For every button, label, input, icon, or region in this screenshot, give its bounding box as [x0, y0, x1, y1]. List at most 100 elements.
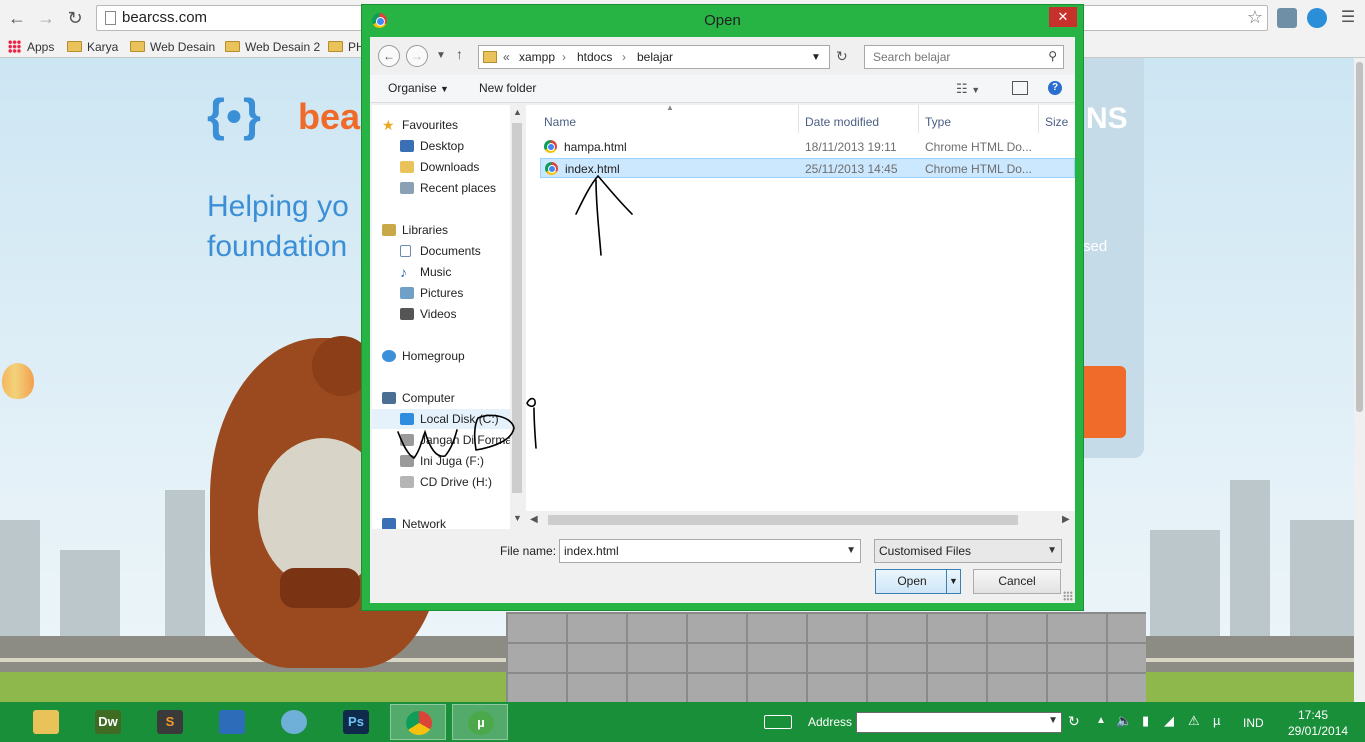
- building: [60, 550, 120, 640]
- column-separator[interactable]: [798, 105, 799, 133]
- input-language[interactable]: IND: [1243, 716, 1264, 730]
- file-row-hampa[interactable]: hampa.html 18/11/2013 19:11 Chrome HTML …: [540, 137, 1075, 157]
- homegroup-icon: [382, 350, 396, 362]
- taskbar-visual-basic[interactable]: [204, 704, 260, 740]
- nav-local-disk-c[interactable]: Local Disk (C:): [372, 409, 524, 429]
- chevron-down-icon[interactable]: ▼: [1048, 715, 1058, 726]
- building: [1290, 520, 1354, 640]
- cancel-button[interactable]: Cancel: [973, 569, 1061, 594]
- battery-icon[interactable]: ▮: [1142, 713, 1149, 729]
- taskbar-address-input[interactable]: ▼: [856, 712, 1062, 733]
- logo-bear-icon: {●}: [207, 89, 261, 141]
- sort-arrow-icon: ▲: [666, 103, 674, 112]
- bookmark-web-desain[interactable]: Web Desain: [130, 38, 215, 56]
- breadcrumb-overflow[interactable]: «: [503, 50, 510, 64]
- taskbar-utorrent[interactable]: µ: [452, 704, 508, 740]
- file-list: Name ▲ Date modified Type Size hampa.htm…: [526, 103, 1075, 529]
- hot-air-balloon: [2, 363, 34, 399]
- scroll-right-chevron-icon[interactable]: ▶: [1062, 514, 1070, 525]
- path-dropdown-chevron-icon[interactable]: ▼: [811, 52, 821, 63]
- taskbar-web-app[interactable]: [266, 704, 322, 740]
- keyboard-icon[interactable]: [764, 715, 792, 729]
- taskbar-photoshop[interactable]: Ps: [328, 704, 384, 740]
- breadcrumb-xampp[interactable]: xampp: [519, 50, 555, 64]
- bookmark-karya[interactable]: Karya: [67, 38, 118, 56]
- column-header-size[interactable]: Size: [1045, 115, 1068, 129]
- forward-arrow-icon[interactable]: →: [406, 45, 428, 67]
- navigation-scrollbar[interactable]: ▲ ▼: [510, 105, 524, 529]
- chevron-down-icon[interactable]: ▼: [846, 540, 856, 562]
- file-name-input[interactable]: index.html ▼: [559, 539, 861, 563]
- network-icon: [382, 518, 396, 529]
- search-placeholder: Search belajar: [873, 50, 951, 64]
- scrollbar-thumb[interactable]: [548, 515, 1018, 525]
- new-folder-button[interactable]: New folder: [479, 81, 536, 95]
- bookmark-apps[interactable]: Apps: [8, 38, 54, 56]
- refresh-icon[interactable]: ↻: [836, 48, 848, 65]
- building: [0, 520, 40, 640]
- taskbar-sublime-text[interactable]: S: [142, 704, 198, 740]
- column-separator[interactable]: [1038, 105, 1039, 133]
- up-arrow-icon[interactable]: ↑: [456, 46, 463, 62]
- close-button[interactable]: ✕: [1049, 7, 1077, 27]
- search-input[interactable]: Search belajar ⚲: [864, 45, 1064, 69]
- taskbar-dreamweaver[interactable]: Dw: [80, 704, 136, 740]
- scrollbar-thumb[interactable]: [1356, 62, 1363, 412]
- file-explorer-icon: [33, 710, 59, 734]
- taskbar-chrome[interactable]: [390, 704, 446, 740]
- file-list-horizontal-scrollbar[interactable]: ◀ ▶: [526, 511, 1075, 529]
- network-error-icon[interactable]: ⚠: [1188, 713, 1200, 729]
- breadcrumb-htdocs[interactable]: htdocs: [577, 50, 612, 64]
- reload-icon[interactable]: ↻: [63, 6, 87, 30]
- dialog-body: ← → ▼ ↑ « xampp › htdocs › belajar ▼ ↻ S…: [370, 37, 1075, 603]
- utorrent-tray-icon[interactable]: µ: [1213, 713, 1221, 728]
- back-arrow-icon[interactable]: ←: [5, 6, 29, 30]
- view-options-icon[interactable]: ☷ ▼: [956, 81, 980, 97]
- recent-locations-chevron-icon[interactable]: ▼: [436, 50, 446, 61]
- open-file-dialog: Open ✕ ← → ▼ ↑ « xampp › htdocs › belaja…: [361, 4, 1084, 611]
- videos-film-icon: [400, 308, 414, 320]
- scroll-down-chevron-icon[interactable]: ▼: [513, 513, 522, 523]
- bookmark-ph[interactable]: PH: [328, 38, 365, 56]
- wifi-signal-icon[interactable]: ◢: [1164, 713, 1174, 729]
- column-header-name[interactable]: Name: [544, 115, 576, 129]
- column-header-date[interactable]: Date modified: [805, 115, 879, 129]
- breadcrumb-belajar[interactable]: belajar: [637, 50, 673, 64]
- column-separator[interactable]: [918, 105, 919, 133]
- building: [1150, 530, 1220, 640]
- refresh-icon[interactable]: ↻: [1068, 713, 1080, 730]
- organise-menu[interactable]: Organise ▼: [388, 81, 449, 95]
- forward-arrow-icon[interactable]: →: [34, 6, 58, 30]
- building: [1230, 480, 1270, 640]
- open-button[interactable]: Open ▼: [875, 569, 961, 594]
- column-header-type[interactable]: Type: [925, 115, 951, 129]
- clock-date[interactable]: 29/01/2014: [1288, 724, 1348, 738]
- star-icon: ★: [382, 117, 395, 133]
- documents-icon: [400, 245, 411, 257]
- taskbar-file-explorer[interactable]: [18, 704, 74, 740]
- command-bar: Organise ▼ New folder ☷ ▼ ?: [370, 75, 1075, 103]
- back-arrow-icon[interactable]: ←: [378, 45, 400, 67]
- volume-icon[interactable]: 🔈: [1116, 713, 1132, 729]
- open-dropdown-chevron-icon[interactable]: ▼: [946, 570, 960, 593]
- resize-grip[interactable]: [1063, 591, 1073, 601]
- eyedropper-extension-icon[interactable]: [1277, 8, 1297, 28]
- extension-icon[interactable]: [1307, 8, 1327, 28]
- hero-cta-button[interactable]: [1080, 366, 1126, 438]
- bookmark-web-desain-2[interactable]: Web Desain 2: [225, 38, 320, 56]
- scroll-left-chevron-icon[interactable]: ◀: [530, 514, 538, 525]
- file-row-index[interactable]: index.html 25/11/2013 14:45 Chrome HTML …: [540, 158, 1075, 178]
- scrollbar-thumb[interactable]: [512, 123, 522, 493]
- bookmark-star-icon[interactable]: ☆: [1247, 7, 1263, 28]
- help-icon[interactable]: ?: [1048, 81, 1062, 95]
- preview-pane-icon[interactable]: [1012, 81, 1028, 95]
- file-type-select[interactable]: Customised Files ▼: [874, 539, 1062, 563]
- chevron-down-icon[interactable]: ▼: [1047, 540, 1057, 562]
- libraries-icon: [382, 224, 396, 236]
- page-scrollbar[interactable]: [1354, 58, 1365, 702]
- path-breadcrumb[interactable]: « xampp › htdocs › belajar ▼: [478, 45, 830, 69]
- menu-icon[interactable]: ☰: [1336, 6, 1360, 30]
- clock-time[interactable]: 17:45: [1298, 708, 1328, 722]
- scroll-up-chevron-icon[interactable]: ▲: [513, 107, 522, 117]
- show-hidden-icons-chevron-icon[interactable]: ▲: [1096, 715, 1106, 726]
